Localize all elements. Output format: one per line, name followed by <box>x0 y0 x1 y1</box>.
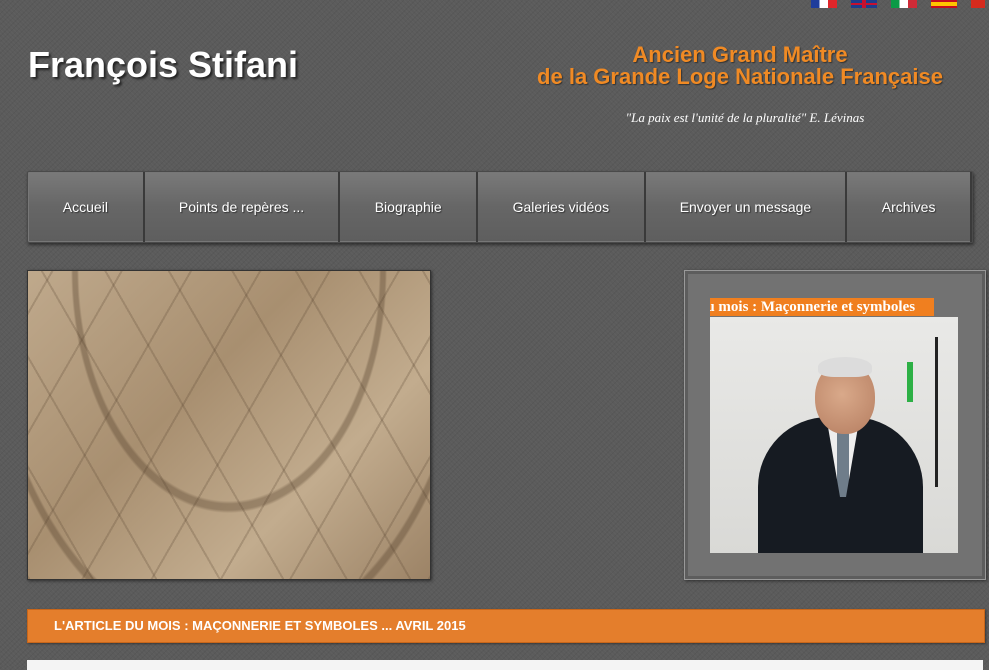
stone-arch-image <box>27 270 431 580</box>
featured-article-title[interactable]: du mois : Maçonnerie et symboles <box>710 298 934 316</box>
site-tagline: Ancien Grand Maître de la Grande Loge Na… <box>500 44 980 88</box>
flag-france-icon[interactable] <box>811 0 837 8</box>
flag-switzerland-icon[interactable] <box>971 0 985 8</box>
flag-italy-icon[interactable] <box>891 0 917 8</box>
featured-article-panel: du mois : Maçonnerie et symboles <box>684 270 986 580</box>
flag-uk-icon[interactable] <box>851 0 877 8</box>
main-navigation: Accueil Points de repères ... Biographie… <box>27 171 973 243</box>
site-title: François Stifani <box>28 44 299 85</box>
portrait-background-tag <box>907 362 913 402</box>
flag-spain-icon[interactable] <box>931 0 957 8</box>
nav-item-biographie[interactable]: Biographie <box>340 172 479 242</box>
portrait-background-stand <box>935 337 938 487</box>
tagline-line-2: de la Grande Loge Nationale Française <box>537 64 943 89</box>
nav-item-envoyer-message[interactable]: Envoyer un message <box>646 172 848 242</box>
nav-item-accueil[interactable]: Accueil <box>28 172 145 242</box>
header-quote: "La paix est l'unité de la pluralité" E.… <box>625 110 865 125</box>
nav-item-galeries-videos[interactable]: Galeries vidéos <box>478 172 646 242</box>
tagline-line-1: Ancien Grand Maître <box>632 42 848 67</box>
article-of-month-link[interactable]: L'ARTICLE DU MOIS : MAÇONNERIE ET SYMBOL… <box>54 610 466 642</box>
language-selector <box>811 0 989 8</box>
portrait-hair <box>818 357 872 377</box>
content-area-top <box>27 660 983 670</box>
author-portrait-image[interactable] <box>710 317 958 553</box>
article-of-month-bar: L'ARTICLE DU MOIS : MAÇONNERIE ET SYMBOL… <box>27 609 985 643</box>
nav-item-points-de-reperes[interactable]: Points de repères ... <box>145 172 341 242</box>
nav-item-archives[interactable]: Archives <box>847 172 972 242</box>
